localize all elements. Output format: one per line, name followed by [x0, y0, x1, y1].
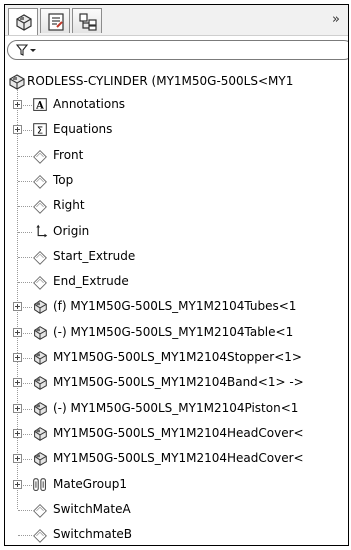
tree-item-label: (-) MY1M50G-500LS_MY1M2104Piston<1	[53, 400, 299, 415]
tree-item-label: SwitchMateA	[53, 501, 131, 516]
tree-connector	[18, 282, 32, 284]
tree-item-label: (-) MY1M50G-500LS_MY1M2104Table<1	[53, 324, 294, 339]
tree-item[interactable]: MY1M50G-500LS_MY1M2104HeadCover<	[5, 448, 348, 470]
tree-item-label: Origin	[53, 223, 90, 238]
tree-item-label: (f) MY1M50G-500LS_MY1M2104Tubes<1	[53, 299, 297, 314]
tree-item-label: MY1M50G-500LS_MY1M2104HeadCover<	[53, 425, 304, 440]
expand-icon[interactable]	[13, 403, 22, 413]
expand-icon[interactable]	[13, 479, 22, 489]
panel-more-chevron[interactable]: »	[332, 12, 340, 27]
origin-icon	[36, 224, 48, 237]
tab-property-manager[interactable]	[40, 8, 70, 33]
expand-icon[interactable]	[13, 378, 22, 388]
feature-manager-panel: » RODLESS-CYLINDER (MY1M50G-500LS<MY1 AA…	[4, 4, 349, 546]
filter-icon	[16, 44, 36, 56]
tree-item-label: Top	[53, 172, 74, 187]
tree-root-label: RODLESS-CYLINDER (MY1M50G-500LS<MY1	[27, 74, 294, 88]
tree-item[interactable]: SwitchMateA	[5, 499, 348, 521]
tree-item[interactable]: SwitchmateB	[5, 524, 348, 545]
tree-item-label: Annotations	[53, 97, 126, 111]
tree-item[interactable]: (-) MY1M50G-500LS_MY1M2104Piston<1	[5, 398, 348, 420]
expand-icon[interactable]	[13, 302, 22, 312]
tree-item[interactable]: Right	[5, 195, 348, 217]
subassembly-icon	[34, 452, 47, 467]
plane-icon	[33, 250, 47, 265]
tree-connector	[18, 155, 32, 157]
svg-text:A: A	[35, 101, 44, 112]
plane-icon	[33, 174, 47, 189]
filter-box[interactable]	[7, 40, 348, 60]
tree-connector	[18, 206, 32, 208]
plane-icon	[33, 503, 47, 518]
tree-item-label: Right	[53, 198, 85, 213]
plane-icon	[33, 276, 47, 290]
tree-connector	[18, 509, 32, 511]
tree-item-label: MY1M50G-500LS_MY1M2104Stopper<1>	[53, 350, 302, 364]
tree-item-label: MY1M50G-500LS_MY1M2104Band<1> ->	[53, 375, 304, 390]
tree-item-label: End_Extrude	[53, 274, 129, 289]
tree-item[interactable]: Origin	[5, 221, 348, 243]
expand-icon[interactable]	[13, 454, 22, 464]
tree-item-label: Front	[53, 147, 84, 162]
tree-item[interactable]: MY1M50G-500LS_MY1M2104Stopper<1>	[5, 347, 348, 369]
tree-root[interactable]: RODLESS-CYLINDER (MY1M50G-500LS<MY1	[5, 71, 348, 93]
subassembly-icon	[34, 351, 47, 365]
tree-item[interactable]: MY1M50G-500LS_MY1M2104HeadCover<	[5, 423, 348, 445]
tree-connector	[18, 180, 32, 182]
configuration-tab-icon	[79, 13, 97, 31]
annotations-icon: A	[33, 98, 47, 112]
svg-text:Σ: Σ	[37, 126, 43, 137]
expand-icon[interactable]	[13, 327, 22, 337]
plane-icon	[33, 529, 47, 543]
tree-item[interactable]: MateGroup1	[5, 474, 348, 496]
expand-icon[interactable]	[13, 125, 22, 135]
tree-item-label: Equations	[53, 122, 113, 137]
tree-item-label: Start_Extrude	[53, 248, 136, 263]
subassembly-icon	[34, 376, 47, 391]
tree-item[interactable]: Σ Equations	[5, 119, 348, 141]
tree-item[interactable]: Top	[5, 170, 348, 192]
subassembly-icon	[34, 401, 47, 416]
subassembly-icon	[34, 427, 47, 441]
tab-configuration-manager[interactable]	[72, 8, 102, 33]
tree-item[interactable]: Start_Extrude	[5, 246, 348, 268]
assembly-tab-icon	[16, 14, 32, 31]
tree-item[interactable]: MY1M50G-500LS_MY1M2104Band<1> ->	[5, 372, 348, 394]
mates-icon	[33, 477, 46, 491]
tree-item-label: MY1M50G-500LS_MY1M2104HeadCover<	[53, 451, 304, 466]
tree-item[interactable]: (-) MY1M50G-500LS_MY1M2104Table<1	[5, 322, 348, 344]
tree-item-label: SwitchmateB	[53, 527, 133, 542]
tree-connector	[18, 535, 32, 537]
tab-feature-manager[interactable]	[8, 8, 38, 35]
property-tab-icon	[48, 13, 64, 31]
plane-icon	[33, 149, 47, 164]
tree-item[interactable]: End_Extrude	[5, 271, 348, 293]
panel-tab-bar: »	[5, 5, 348, 36]
tree-item[interactable]: A Annotations	[5, 94, 348, 116]
tree-item[interactable]: Front	[5, 145, 348, 167]
tree-item-label: MateGroup1	[53, 476, 127, 491]
plane-icon	[33, 200, 47, 215]
expand-icon[interactable]	[13, 100, 22, 109]
expand-icon[interactable]	[13, 428, 22, 438]
subassembly-icon	[34, 325, 47, 340]
tree-connector	[18, 231, 32, 233]
expand-icon[interactable]	[13, 353, 22, 362]
tree-item[interactable]: (f) MY1M50G-500LS_MY1M2104Tubes<1	[5, 296, 348, 318]
equations-icon: Σ	[33, 123, 47, 137]
tree-connector	[18, 256, 32, 258]
subassembly-icon	[34, 300, 47, 315]
